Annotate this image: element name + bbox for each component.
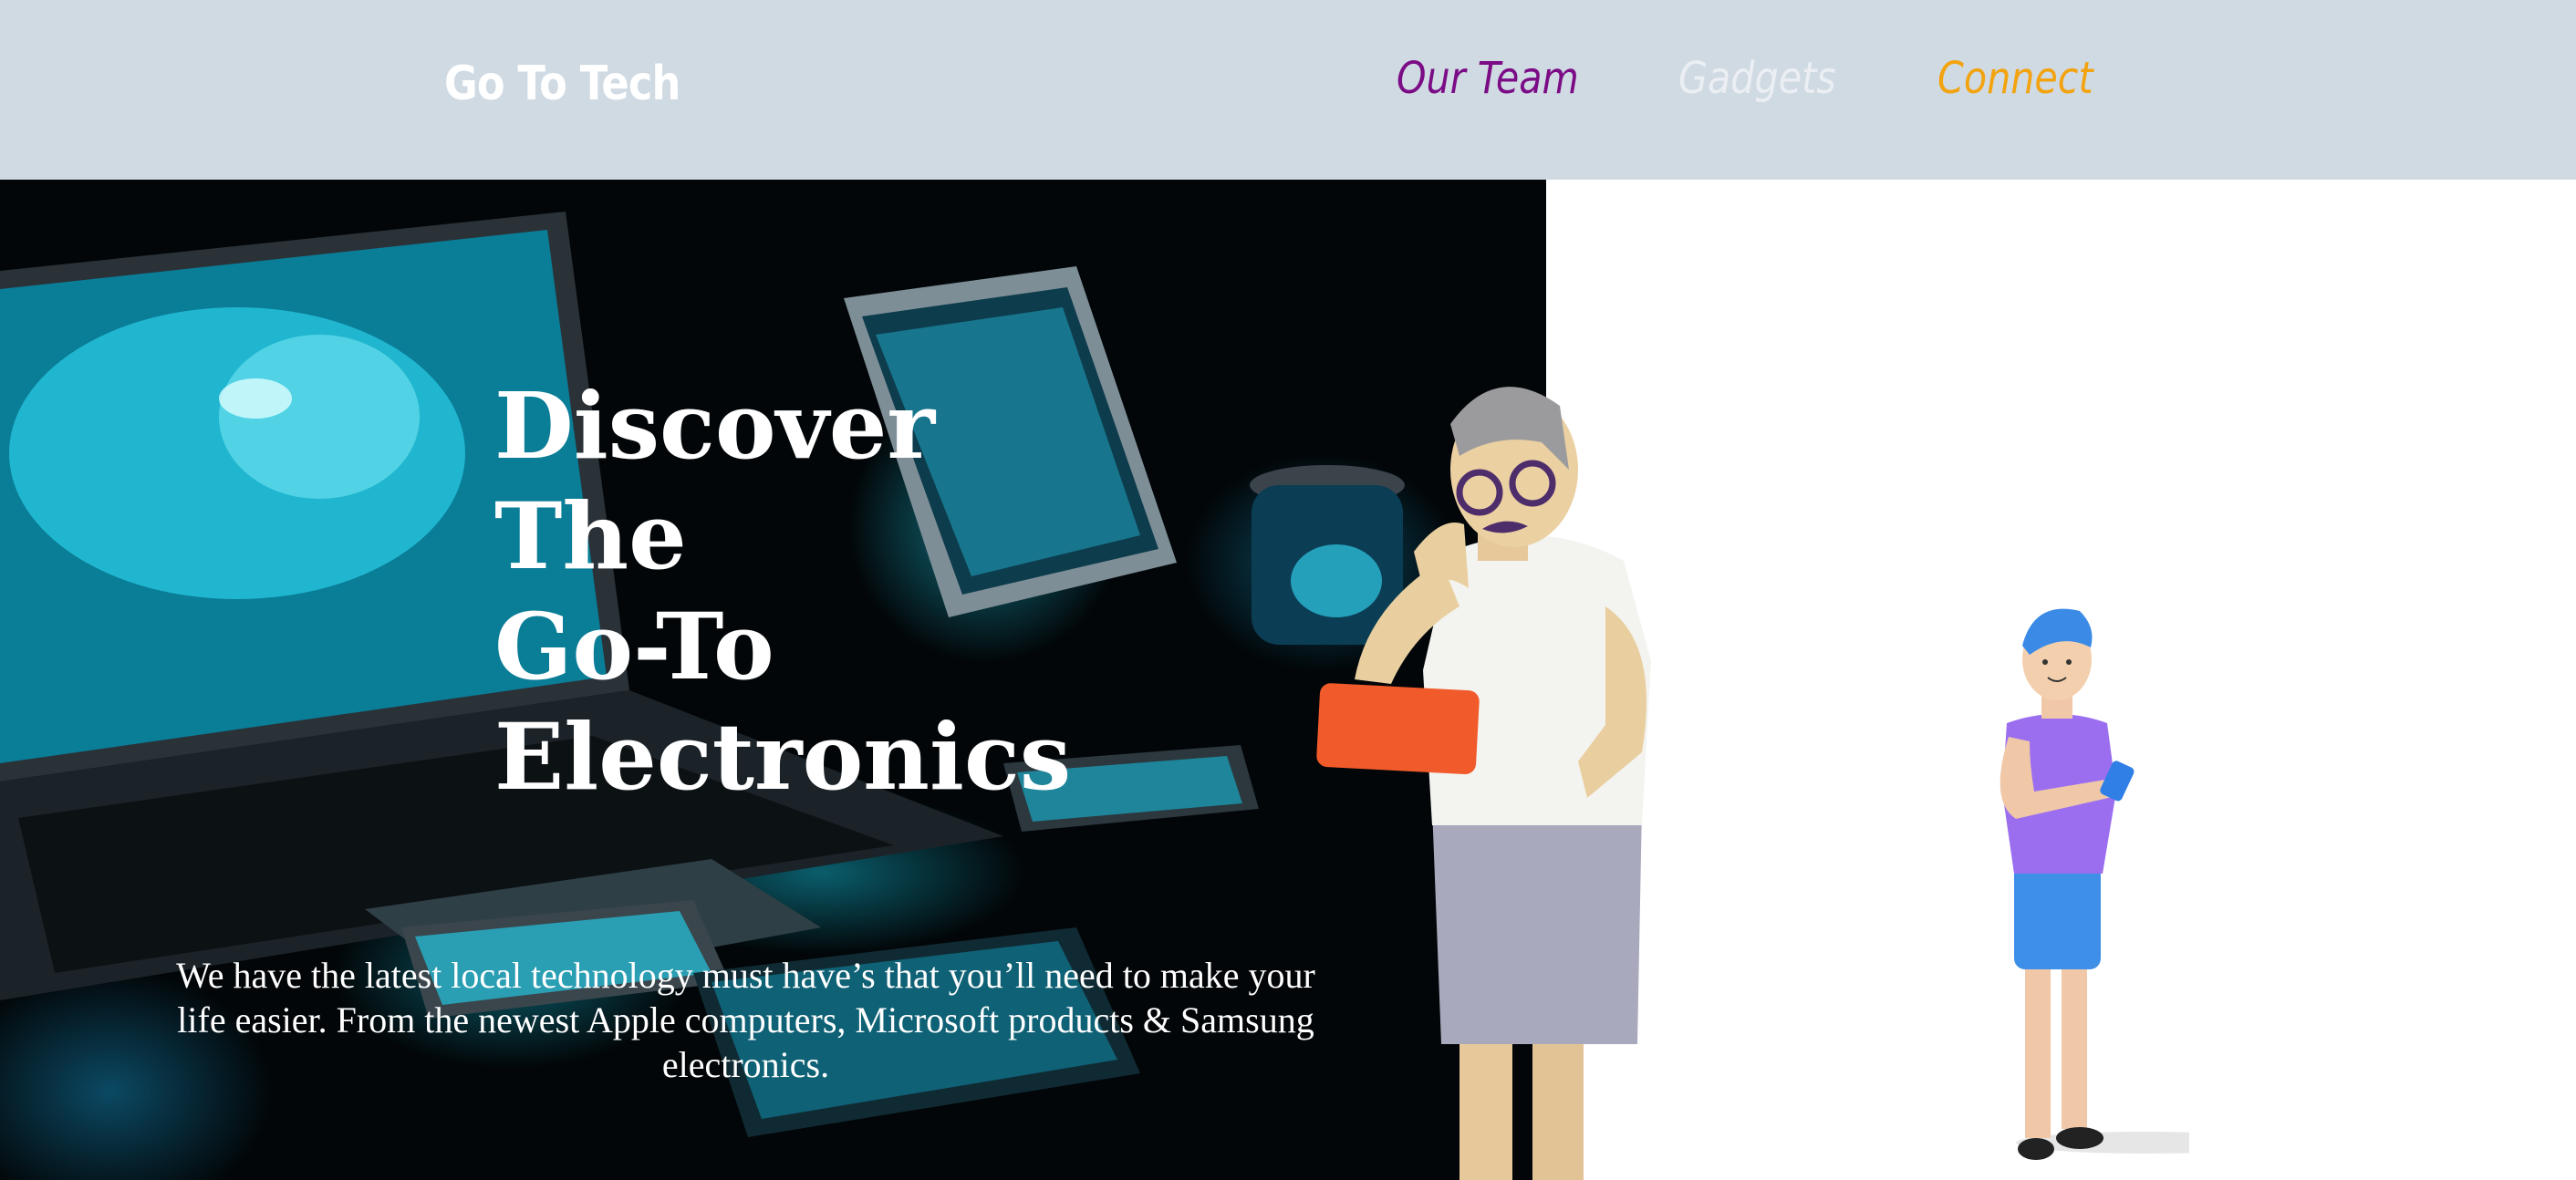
- top-navbar: Go To Tech Our Team Gadgets Connect: [0, 0, 2576, 180]
- nav-link-gadgets[interactable]: Gadgets: [1678, 53, 1836, 104]
- site-logo-text[interactable]: Go To Tech: [444, 57, 680, 111]
- hero-heading-line: The: [494, 482, 687, 590]
- hero-heading: Discover The Go-To Electronics: [494, 371, 1133, 813]
- boy-with-phone-illustration: [2000, 608, 2189, 1160]
- hero-heading-line: Discover: [494, 372, 936, 480]
- hero-heading-line: Electronics: [494, 703, 1072, 811]
- nav-link-our-team[interactable]: Our Team: [1397, 53, 1579, 104]
- hero-description: We have the latest local technology must…: [176, 955, 1315, 1085]
- thinking-man-with-tablet-illustration: [1316, 387, 1651, 1180]
- hero-heading-line: Go-To: [494, 593, 774, 700]
- nav-link-connect[interactable]: Connect: [1937, 53, 2093, 104]
